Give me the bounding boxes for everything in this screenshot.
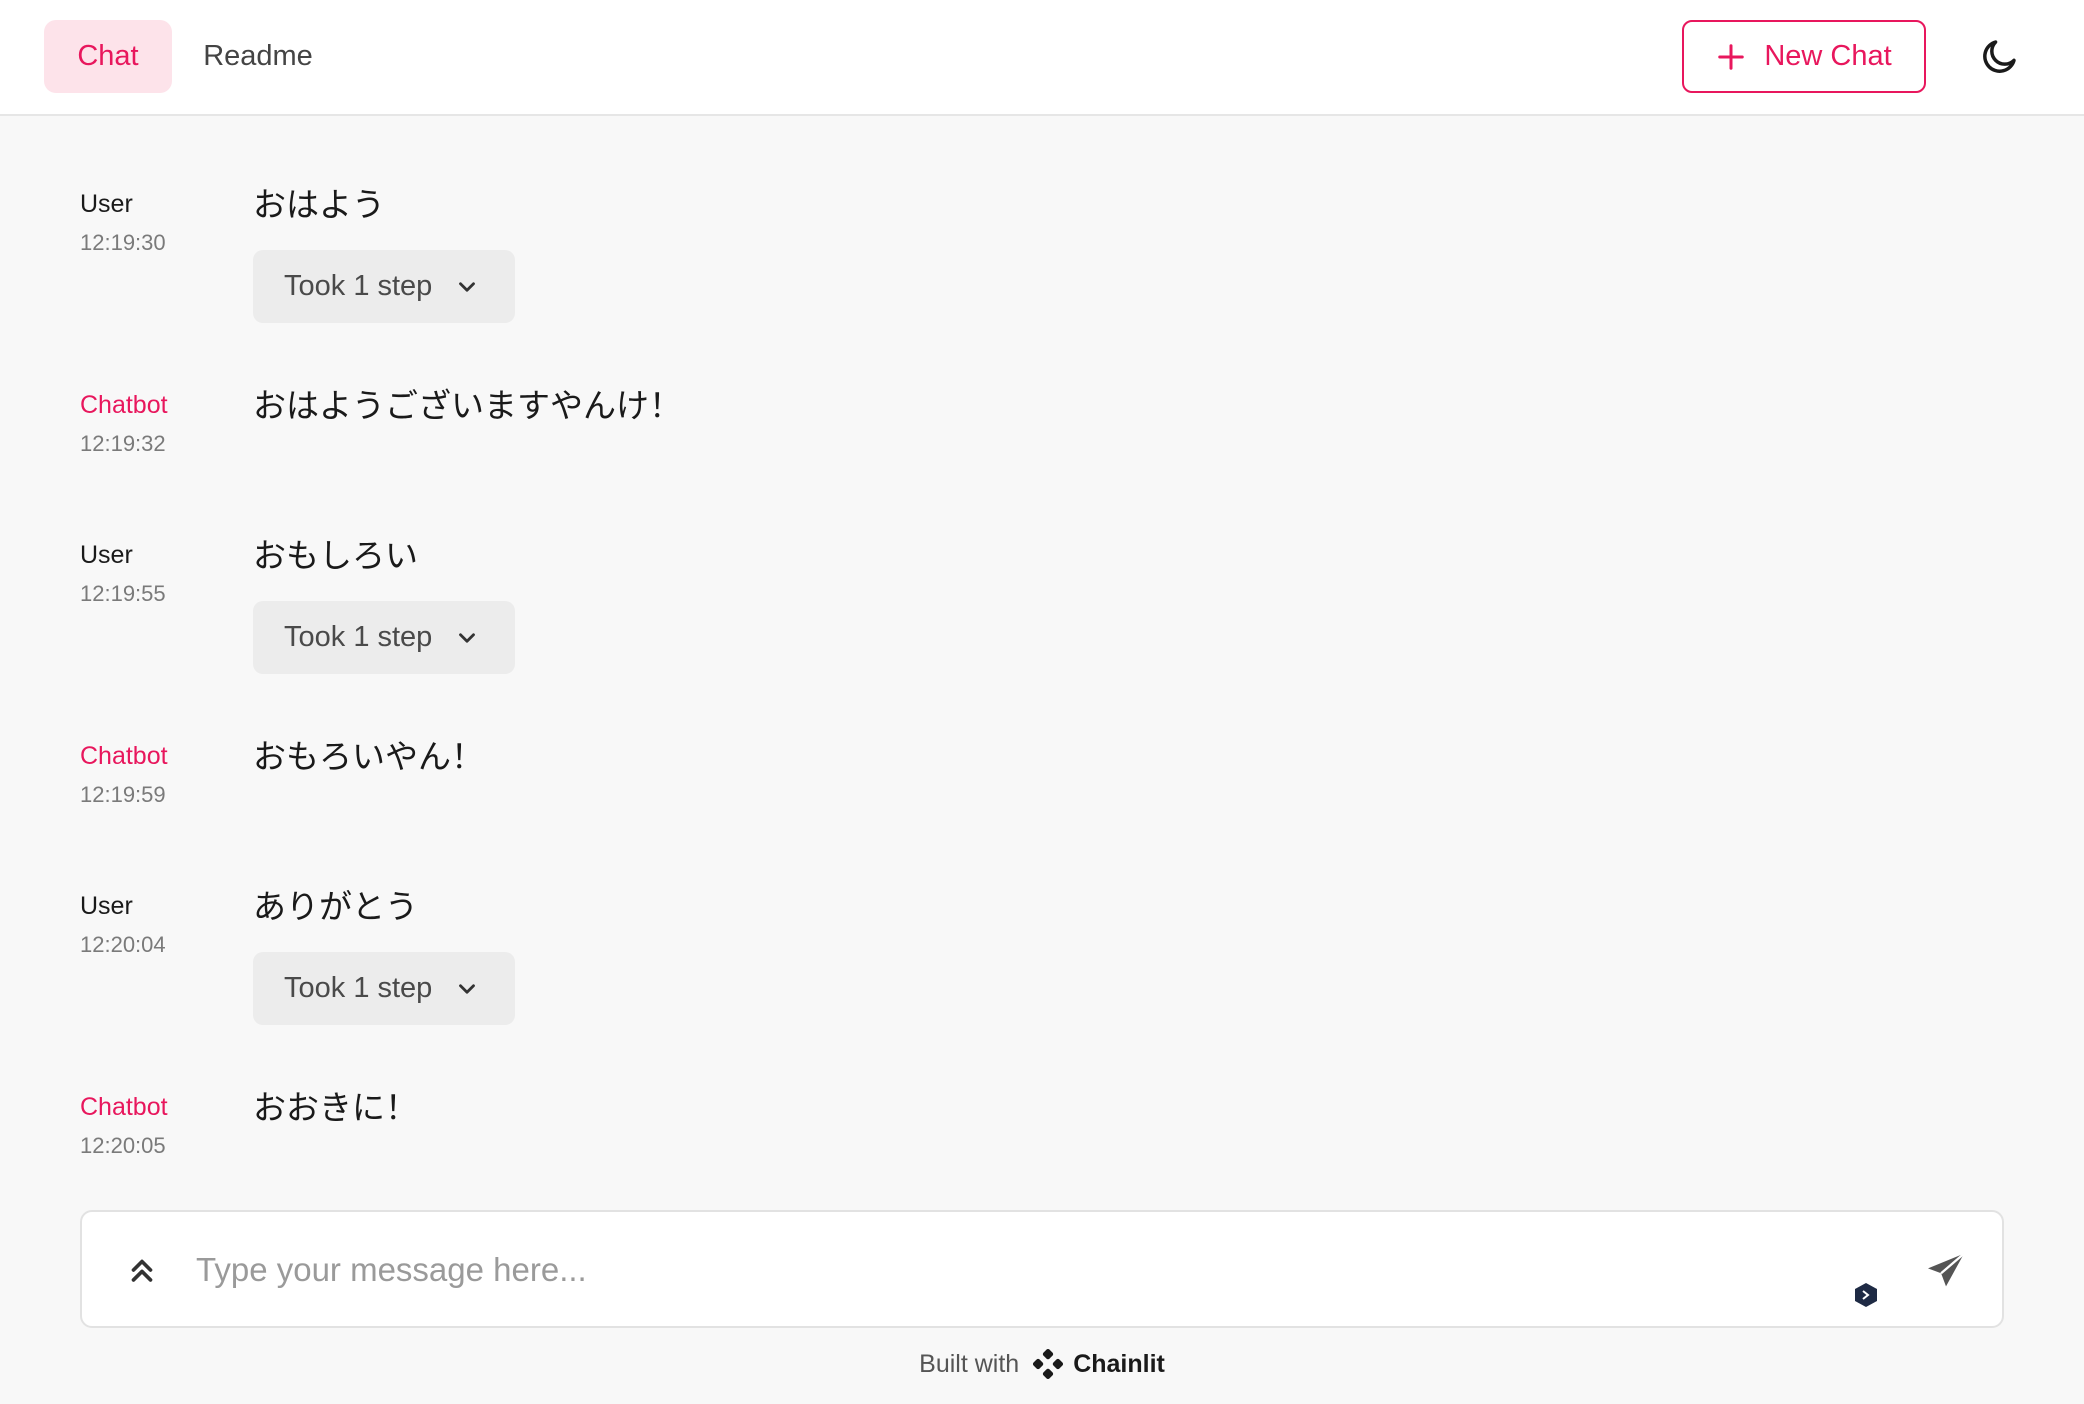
chevron-down-icon xyxy=(459,983,476,994)
chevron-down-icon xyxy=(459,632,476,643)
took-step-toggle[interactable]: Took 1 step xyxy=(253,250,515,323)
chainlit-logo-icon xyxy=(1033,1348,1064,1380)
message-author: User xyxy=(80,892,133,920)
message-timestamp: 12:19:59 xyxy=(80,782,166,807)
new-chat-label: New Chat xyxy=(1764,40,1892,72)
step-label: Took 1 step xyxy=(284,972,433,1004)
message-author: Chatbot xyxy=(80,742,168,770)
step-label: Took 1 step xyxy=(284,270,433,302)
extension-hex-icon[interactable] xyxy=(1854,1282,1878,1308)
message-text: おもろいやん！ xyxy=(253,737,484,776)
message-timestamp: 12:19:32 xyxy=(80,431,166,456)
expand-input-button[interactable] xyxy=(120,1248,164,1292)
message-input[interactable] xyxy=(196,1240,1896,1300)
plus-icon xyxy=(1718,43,1745,70)
chevrons-up-icon xyxy=(131,1259,153,1282)
message-text: おはよう xyxy=(253,185,385,224)
message-timestamp: 12:19:55 xyxy=(80,581,166,606)
took-step-toggle[interactable]: Took 1 step xyxy=(253,952,515,1025)
took-step-toggle[interactable]: Took 1 step xyxy=(253,601,515,674)
message-text: おおきに！ xyxy=(253,1088,418,1127)
message-author: Chatbot xyxy=(80,1093,168,1121)
moon-icon xyxy=(1983,40,2016,73)
chevron-down-icon xyxy=(459,281,476,292)
message-author: User xyxy=(80,190,133,218)
new-chat-button[interactable]: New Chat xyxy=(1682,20,1926,93)
top-bar: Chat Readme New Chat xyxy=(0,0,2084,116)
tab-chat[interactable]: Chat xyxy=(44,20,172,93)
message-text: おもしろい xyxy=(253,536,418,575)
tab-readme[interactable]: Readme xyxy=(180,20,336,93)
message-timestamp: 12:20:05 xyxy=(80,1133,166,1158)
message-timestamp: 12:20:04 xyxy=(80,932,166,957)
chainlit-brand[interactable]: Chainlit xyxy=(1073,1350,1165,1379)
built-with-label: Built with xyxy=(919,1349,1020,1378)
message-composer xyxy=(80,1210,2004,1328)
message-author: Chatbot xyxy=(80,391,168,419)
footer: Built with Chainlit xyxy=(0,1344,2084,1384)
send-button[interactable] xyxy=(1924,1250,1968,1290)
theme-toggle-button[interactable] xyxy=(1974,30,2026,82)
message-author: User xyxy=(80,541,133,569)
message-timestamp: 12:19:30 xyxy=(80,230,166,255)
send-icon xyxy=(1928,1252,1965,1287)
message-text: ありがとう xyxy=(253,887,418,926)
step-label: Took 1 step xyxy=(284,621,433,653)
message-text: おはようございますやんけ！ xyxy=(253,386,682,425)
